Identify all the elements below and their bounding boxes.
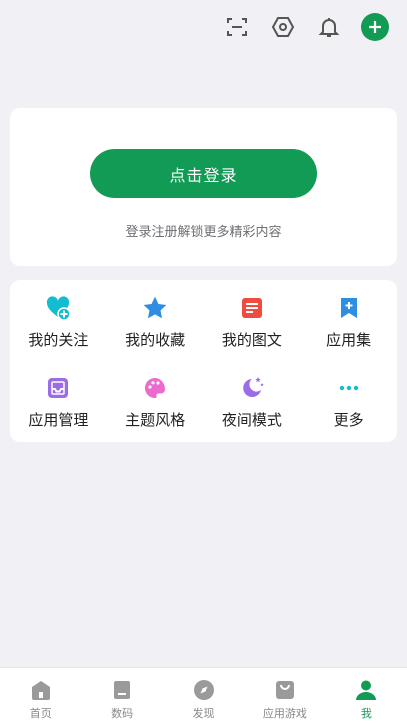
shortcut-more[interactable]: 更多 — [300, 360, 397, 440]
profile-icon — [354, 678, 378, 702]
compass-icon — [192, 678, 216, 702]
nav-label: 数码 — [111, 707, 134, 720]
shortcut-label: 应用管理 — [28, 411, 89, 429]
nav-label: 首页 — [29, 707, 52, 720]
nav-label: 应用游戏 — [262, 707, 307, 720]
login-button[interactable]: 点击登录 — [90, 149, 317, 198]
nav-me[interactable]: 我 — [326, 668, 407, 724]
shortcut-night-mode[interactable]: 夜间模式 — [204, 360, 301, 440]
top-toolbar — [223, 12, 389, 42]
nav-digital[interactable]: 数码 — [81, 668, 162, 724]
shortcut-grid: 我的关注 我的收藏 我的图文 应用集 应用管理 主题风格 夜间模式 更多 — [10, 280, 397, 442]
add-icon[interactable] — [361, 13, 389, 41]
shortcut-theme-style[interactable]: 主题风格 — [107, 360, 204, 440]
shortcut-my-graphics[interactable]: 我的图文 — [204, 280, 301, 360]
login-hint-text: 登录注册解锁更多精彩内容 — [125, 225, 282, 240]
inbox-icon — [45, 375, 71, 401]
settings-icon[interactable] — [269, 13, 297, 41]
profile-page: 点击登录 登录注册解锁更多精彩内容 我的关注 我的收藏 我的图文 应用集 应用管… — [0, 0, 407, 724]
shortcut-my-favorites[interactable]: 我的收藏 — [107, 280, 204, 360]
nav-discover[interactable]: 发现 — [163, 668, 244, 724]
login-card: 点击登录 登录注册解锁更多精彩内容 — [10, 108, 397, 266]
shortcut-label: 夜间模式 — [221, 411, 282, 429]
nav-apps-games[interactable]: 应用游戏 — [244, 668, 325, 724]
bottom-nav: 首页 数码 发现 应用游戏 我 — [0, 667, 407, 724]
bag-icon — [273, 678, 297, 702]
shortcut-my-follows[interactable]: 我的关注 — [10, 280, 107, 360]
device-icon — [110, 678, 134, 702]
moon-icon — [239, 375, 265, 401]
document-icon — [239, 295, 265, 321]
shortcut-app-collections[interactable]: 应用集 — [300, 280, 397, 360]
shortcut-label: 我的图文 — [221, 331, 282, 349]
shortcut-label: 应用集 — [326, 331, 372, 349]
star-icon — [142, 295, 168, 321]
shortcut-label: 主题风格 — [125, 411, 186, 429]
palette-icon — [142, 375, 168, 401]
scan-icon[interactable] — [223, 13, 251, 41]
shortcut-app-management[interactable]: 应用管理 — [10, 360, 107, 440]
heart-plus-icon — [45, 295, 72, 321]
home-icon — [29, 678, 53, 702]
nav-home[interactable]: 首页 — [0, 668, 81, 724]
nav-label: 发现 — [192, 707, 215, 720]
shortcut-label: 我的收藏 — [125, 331, 186, 349]
shortcut-label: 更多 — [333, 411, 364, 429]
bookmark-plus-icon — [336, 295, 362, 321]
more-dots-icon — [336, 375, 362, 401]
shortcut-label: 我的关注 — [28, 331, 89, 349]
notification-bell-icon[interactable] — [315, 13, 343, 41]
nav-label: 我 — [360, 707, 372, 720]
